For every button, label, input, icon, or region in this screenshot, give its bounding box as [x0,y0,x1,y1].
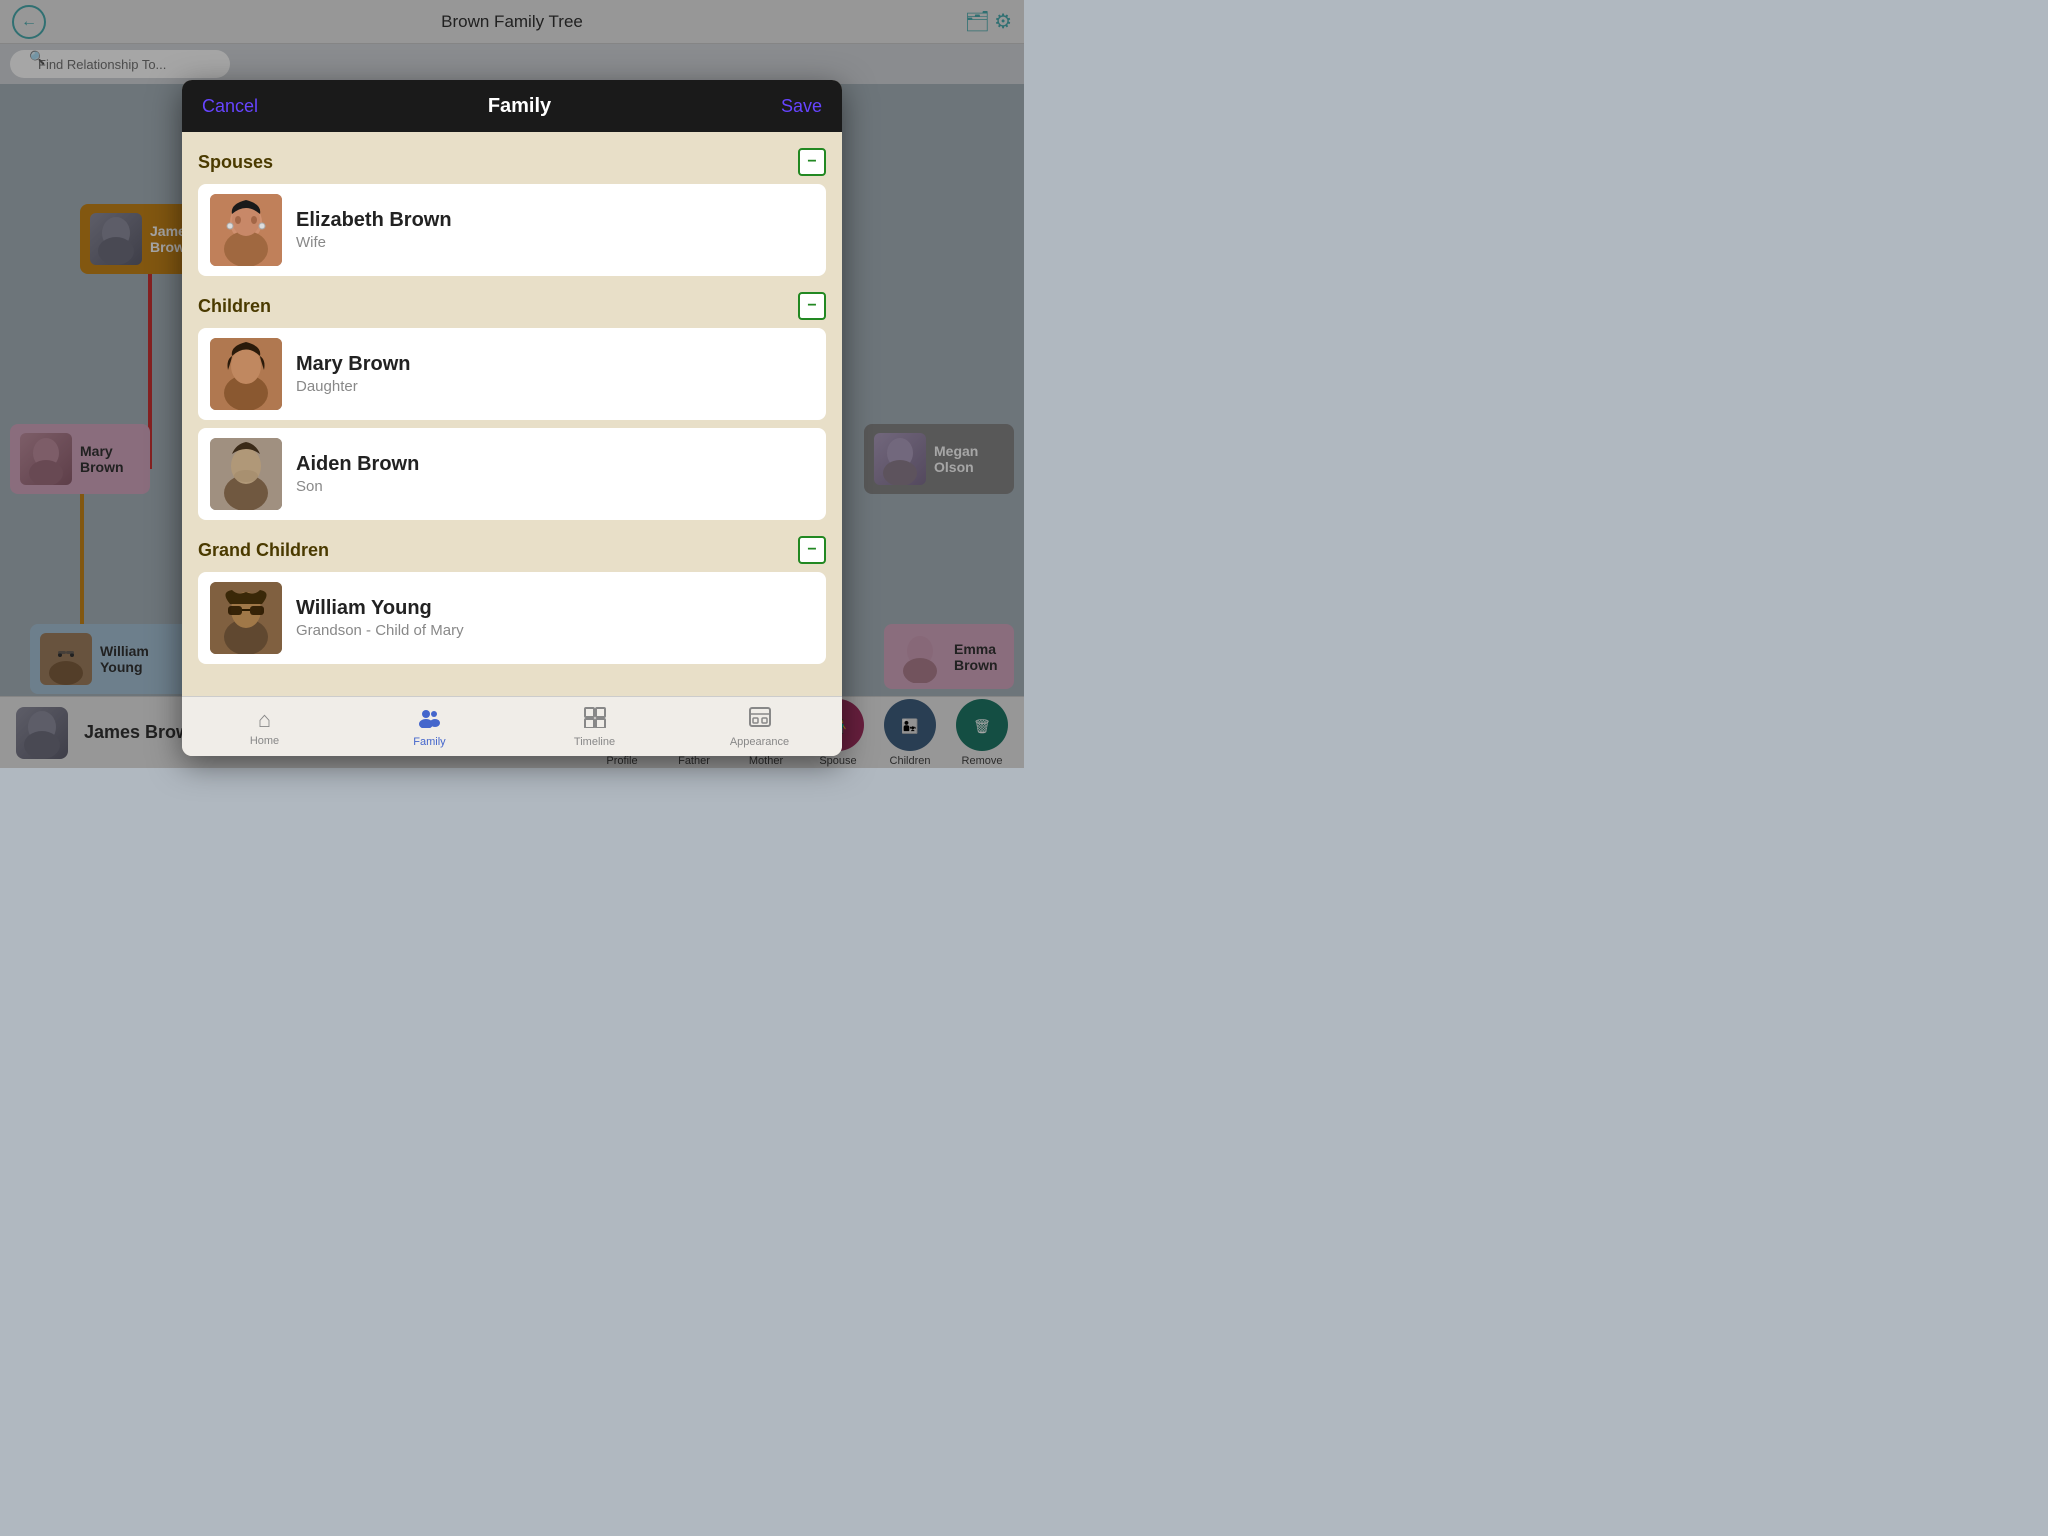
person-card-aiden[interactable]: Aiden Brown Son [198,428,826,520]
family-tab-label: Family [413,736,445,748]
grandchildren-minus-button[interactable]: − [798,536,826,564]
person-info-aiden: Aiden Brown Son [296,453,419,495]
person-info-william: William Young Grandson - Child of Mary [296,597,464,639]
children-section: Children − [198,292,826,520]
avatar-mary-modal [210,338,282,410]
grandchildren-section: Grand Children − [198,536,826,664]
modal-overlay: Cancel Family Save Spouses − [0,0,1024,768]
spouses-section: Spouses − [198,148,826,276]
appearance-tab-label: Appearance [730,736,789,748]
person-card-william[interactable]: William Young Grandson - Child of Mary [198,572,826,664]
person-relation-william: Grandson - Child of Mary [296,622,464,639]
home-tab-icon: ⌂ [258,707,271,733]
family-modal: Cancel Family Save Spouses − [182,80,842,756]
modal-save-button[interactable]: Save [781,96,822,117]
appearance-tab-icon [748,706,772,734]
person-card-mary[interactable]: Mary Brown Daughter [198,328,826,420]
home-tab-label: Home [250,735,279,747]
modal-cancel-button[interactable]: Cancel [202,96,258,117]
person-info-elizabeth: Elizabeth Brown Wife [296,209,452,251]
children-minus-button[interactable]: − [798,292,826,320]
timeline-tab-icon [583,706,607,734]
modal-tabs: ⌂ Home Family [182,696,842,756]
grandchildren-section-title: Grand Children [198,540,329,561]
tab-appearance[interactable]: Appearance [677,697,842,756]
modal-header: Cancel Family Save [182,80,842,132]
person-relation-elizabeth: Wife [296,234,452,251]
tab-home[interactable]: ⌂ Home [182,697,347,756]
children-section-title: Children [198,296,271,317]
person-name-aiden: Aiden Brown [296,453,419,476]
spouses-section-title: Spouses [198,152,273,173]
spouses-section-header: Spouses − [198,148,826,176]
avatar-william-modal [210,582,282,654]
family-tab-icon [418,706,442,734]
timeline-tab-label: Timeline [574,736,615,748]
person-card-elizabeth[interactable]: Elizabeth Brown Wife [198,184,826,276]
grandchildren-section-header: Grand Children − [198,536,826,564]
person-relation-mary: Daughter [296,378,410,395]
person-name-william: William Young [296,597,464,620]
person-name-mary: Mary Brown [296,353,410,376]
tab-timeline[interactable]: Timeline [512,697,677,756]
children-section-header: Children − [198,292,826,320]
person-info-mary: Mary Brown Daughter [296,353,410,395]
person-relation-aiden: Son [296,478,419,495]
person-name-elizabeth: Elizabeth Brown [296,209,452,232]
avatar-elizabeth [210,194,282,266]
tab-family[interactable]: Family [347,697,512,756]
avatar-aiden [210,438,282,510]
modal-content: Spouses − [182,132,842,696]
spouses-minus-button[interactable]: − [798,148,826,176]
modal-title: Family [488,95,551,118]
